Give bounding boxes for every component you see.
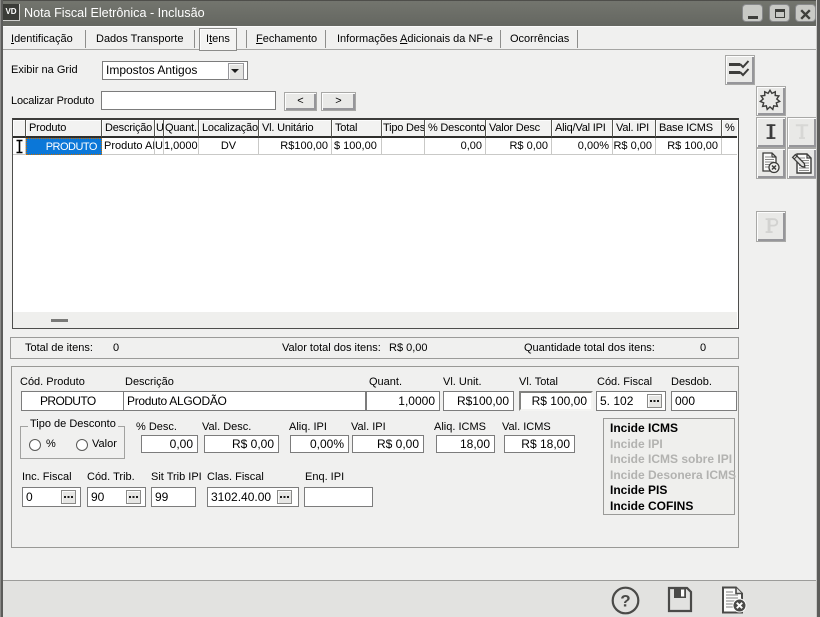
svg-text:?: ?: [620, 592, 630, 611]
